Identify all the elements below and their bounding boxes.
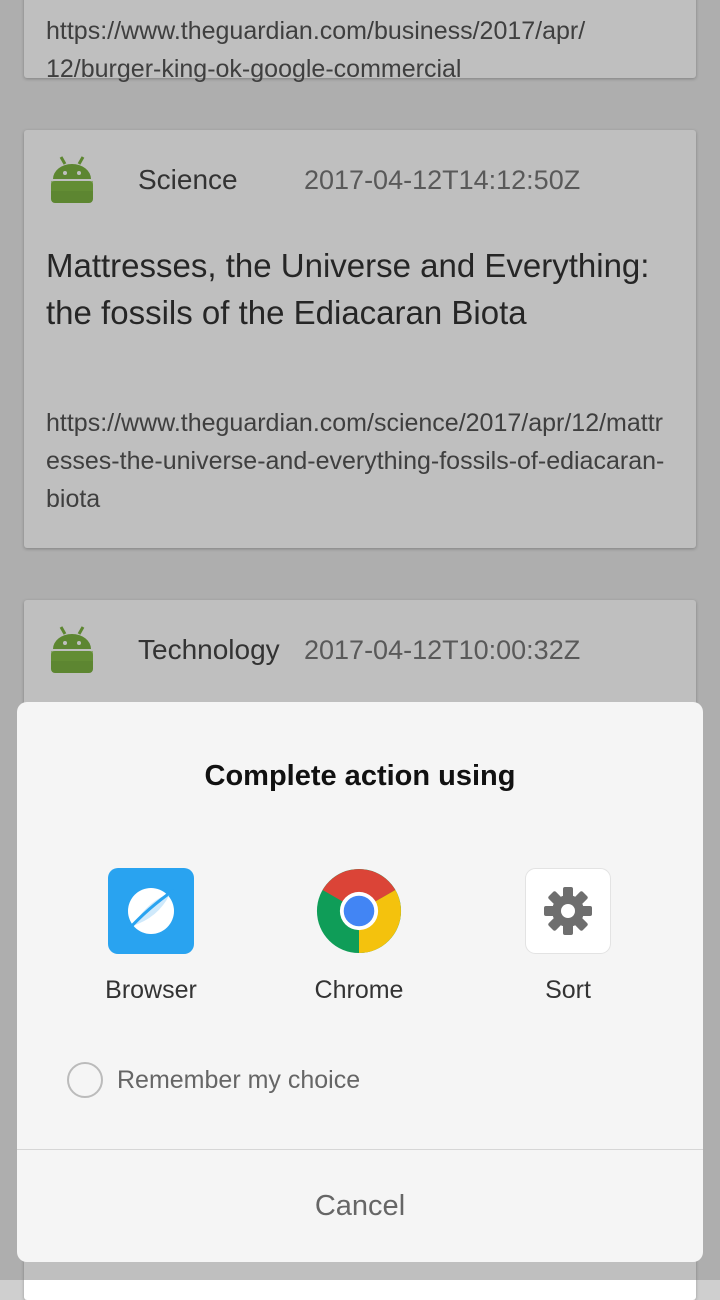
radio-circle[interactable]	[67, 1062, 103, 1098]
remember-choice-checkbox[interactable]: Remember my choice	[67, 1062, 360, 1098]
app-label: Browser	[105, 976, 197, 1004]
chrome-icon	[316, 868, 402, 954]
app-option-sort[interactable]: Sort	[483, 868, 653, 1005]
cancel-button[interactable]: Cancel	[17, 1150, 703, 1262]
dialog-title: Complete action using	[204, 760, 516, 792]
gear-icon	[525, 868, 611, 954]
browser-icon	[108, 868, 194, 954]
app-option-chrome[interactable]: Chrome	[274, 868, 444, 1005]
remember-choice-label: Remember my choice	[117, 1065, 361, 1094]
app-chooser: Browser Chrome Sort	[17, 868, 703, 1008]
complete-action-dialog: Complete action using Browser Chrome Sor…	[17, 702, 703, 1262]
app-label: Chrome	[314, 976, 404, 1004]
app-label: Sort	[545, 976, 591, 1004]
app-option-browser[interactable]: Browser	[66, 868, 236, 1005]
